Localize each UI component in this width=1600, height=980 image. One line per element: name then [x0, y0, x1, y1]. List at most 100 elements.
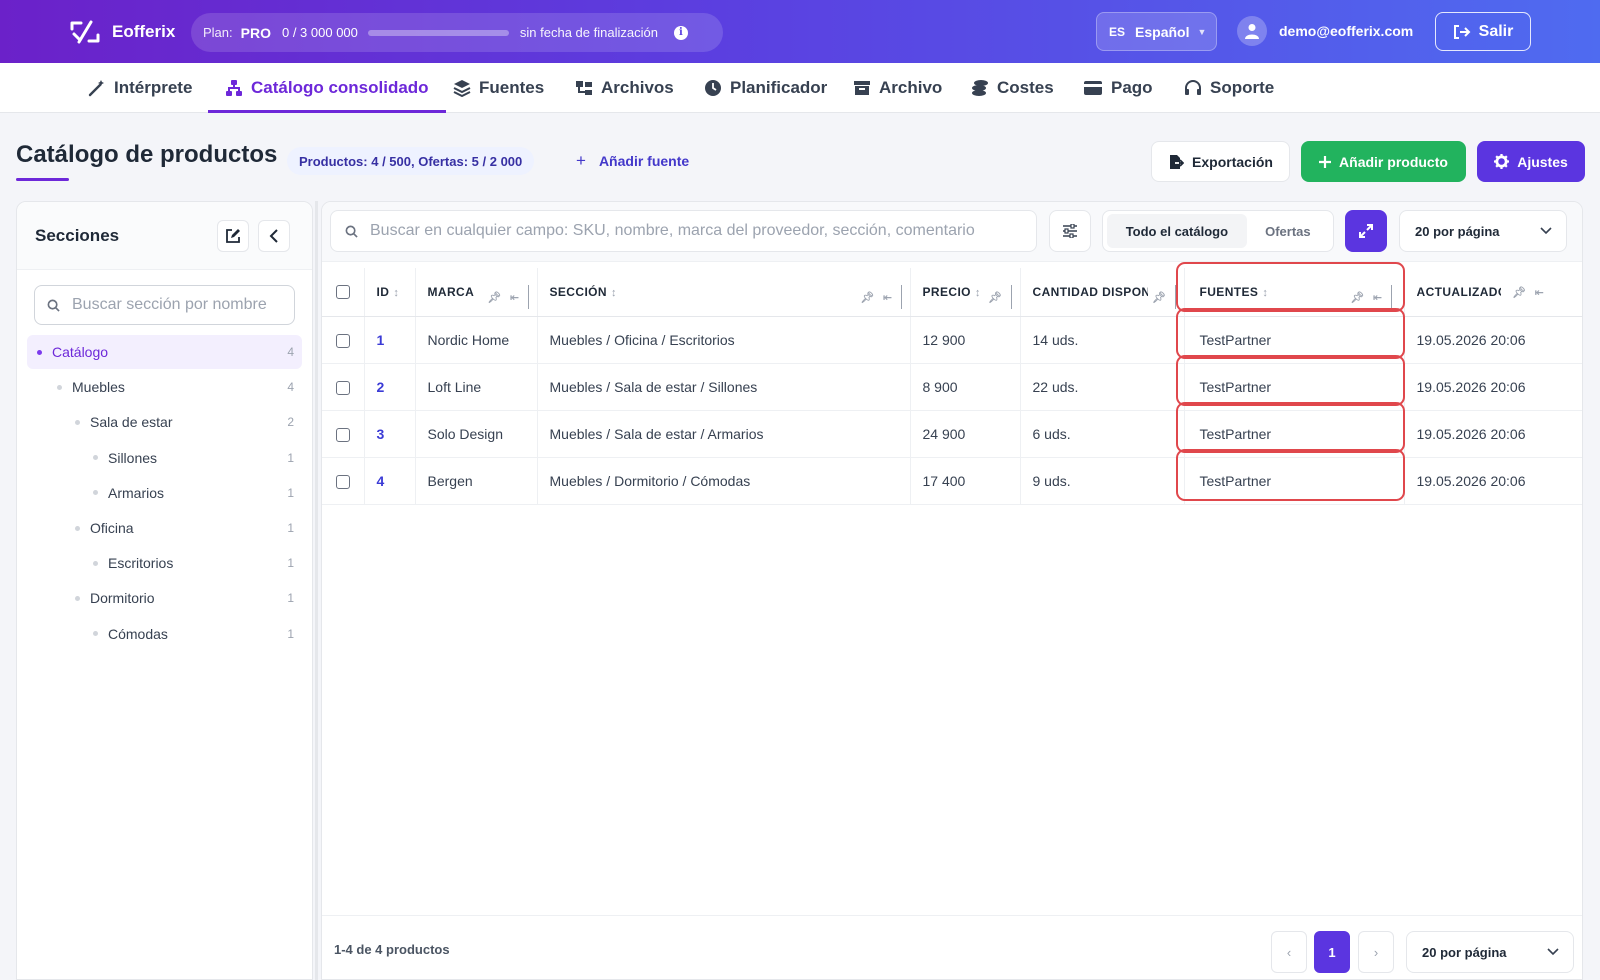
- expand-button[interactable]: [1345, 210, 1387, 252]
- main-nav: Intérprete Catálogo consolidado Fuentes …: [0, 63, 1600, 113]
- add-product-button[interactable]: Añadir producto: [1301, 141, 1466, 182]
- cell-id[interactable]: 4: [364, 457, 416, 505]
- column-header-section[interactable]: SECCIÓN ↕ 📌︎ ⇤: [537, 268, 911, 317]
- edit-sections-button[interactable]: [217, 220, 249, 252]
- sidebar-item-section[interactable]: Dormitorio 1: [27, 581, 302, 615]
- row-checkbox[interactable]: [336, 333, 350, 348]
- cell-id[interactable]: 2: [364, 363, 416, 411]
- column-header-id[interactable]: ID ↕: [364, 268, 416, 317]
- collapse-column-icon[interactable]: ⇤: [1373, 291, 1383, 304]
- app-logo[interactable]: Eofferix: [69, 18, 175, 46]
- nav-pago[interactable]: Pago: [1083, 63, 1153, 113]
- settings-button[interactable]: Ajustes: [1477, 141, 1585, 182]
- chevron-down-icon: [1540, 227, 1552, 235]
- column-resize-handle[interactable]: [1390, 285, 1392, 309]
- nav-fuentes[interactable]: Fuentes: [453, 63, 544, 113]
- cell-section: Muebles / Sala de estar / Sillones: [537, 363, 911, 411]
- export-label: Exportación: [1192, 153, 1273, 170]
- prev-page-button[interactable]: ‹: [1271, 931, 1307, 973]
- sort-icon[interactable]: ↕: [393, 287, 399, 299]
- sidebar-item-section[interactable]: Sillones 1: [27, 441, 302, 475]
- section-search-input[interactable]: Buscar sección por nombre: [34, 285, 295, 325]
- nav-catalogo-consolidado[interactable]: Catálogo consolidado: [208, 63, 446, 113]
- nav-label: Costes: [997, 78, 1054, 97]
- pin-icon[interactable]: 📌︎: [861, 291, 875, 304]
- column-header-quantity[interactable]: CANTIDAD DISPONIBLE 📌︎: [1020, 268, 1185, 317]
- column-resize-handle[interactable]: [527, 285, 529, 309]
- language-name: Español: [1135, 23, 1190, 40]
- sidebar-item-section[interactable]: Catálogo 4: [27, 335, 302, 369]
- column-resize-handle[interactable]: [900, 285, 902, 309]
- pin-icon[interactable]: 📌︎: [1152, 291, 1166, 304]
- bullet-icon: [37, 349, 42, 355]
- sidebar-item-section[interactable]: Cómodas 1: [27, 617, 302, 651]
- export-button[interactable]: Exportación: [1151, 141, 1290, 182]
- collapse-column-icon[interactable]: ⇤: [510, 291, 520, 304]
- sort-icon[interactable]: ↕: [975, 287, 981, 299]
- column-header-updated[interactable]: ACTUALIZADO 📌︎ ⇤: [1404, 268, 1582, 317]
- column-resize-handle[interactable]: [1010, 285, 1012, 309]
- cell-id[interactable]: 3: [364, 410, 416, 458]
- table-row[interactable]: 3 Solo Design Muebles / Sala de estar / Ar…: [322, 410, 1582, 458]
- bullet-icon: [75, 595, 80, 601]
- footer-per-page-select[interactable]: 20 por página: [1406, 931, 1574, 973]
- sidebar-item-section[interactable]: Armarios 1: [27, 476, 302, 510]
- layers-icon: [453, 80, 471, 97]
- section-label: Sillones: [108, 449, 158, 466]
- column-header-price[interactable]: PRECIO ↕ 📌︎: [910, 268, 1021, 317]
- table-row[interactable]: 4 Bergen Muebles / Dormitorio / Cómodas 17 …: [322, 457, 1582, 505]
- nav-planificador[interactable]: Planificador: [704, 63, 827, 113]
- pin-icon[interactable]: 📌︎: [1351, 291, 1365, 304]
- pin-icon[interactable]: 📌︎: [988, 291, 1002, 304]
- products-panel: Buscar en cualquier campo: SKU, nombre, …: [321, 201, 1583, 980]
- sidebar-header: Secciones: [17, 202, 312, 270]
- nav-archivos[interactable]: Archivos: [575, 63, 674, 113]
- info-icon[interactable]: i: [673, 25, 688, 40]
- table-row[interactable]: 1 Nordic Home Muebles / Oficina / Escritor…: [322, 316, 1582, 364]
- add-source-link[interactable]: + Añadir fuente: [576, 148, 689, 174]
- sidebar-item-section[interactable]: Escritorios 1: [27, 546, 302, 580]
- row-checkbox[interactable]: [336, 427, 350, 442]
- user-menu[interactable]: demo@eofferix.com: [1237, 16, 1413, 46]
- logout-button[interactable]: Salir: [1435, 12, 1531, 51]
- global-search-input[interactable]: Buscar en cualquier campo: SKU, nombre, …: [330, 210, 1037, 252]
- next-page-button[interactable]: ›: [1358, 931, 1394, 973]
- bullet-icon: [75, 525, 80, 531]
- tab-offers[interactable]: Ofertas: [1247, 214, 1329, 248]
- select-all-checkbox[interactable]: [336, 285, 350, 300]
- sidebar-item-section[interactable]: Sala de estar 2: [27, 405, 302, 439]
- sidebar-item-section[interactable]: Oficina 1: [27, 511, 302, 545]
- row-checkbox[interactable]: [336, 474, 350, 489]
- pin-icon[interactable]: 📌︎: [488, 291, 502, 304]
- table-body: 1 Nordic Home Muebles / Oficina / Escritor…: [322, 316, 1582, 505]
- nav-archivo[interactable]: Archivo: [853, 63, 942, 113]
- header-label: ID: [376, 284, 390, 299]
- cell-id[interactable]: 1: [364, 316, 416, 364]
- nav-interprete[interactable]: Intérprete: [88, 63, 192, 113]
- header-label: PRECIO: [922, 284, 971, 299]
- column-resize-handle[interactable]: [1174, 285, 1176, 309]
- pin-icon[interactable]: 📌︎: [1512, 287, 1526, 299]
- table-row[interactable]: 2 Loft Line Muebles / Sala de estar / Sill…: [322, 363, 1582, 411]
- magic-wand-icon: [88, 80, 104, 97]
- collapse-column-icon[interactable]: ⇤: [883, 291, 893, 304]
- sidebar-item-section[interactable]: Muebles 4: [27, 370, 302, 404]
- sidebar-resize-handle[interactable]: [315, 201, 318, 980]
- row-checkbox[interactable]: [336, 380, 350, 395]
- logout-label: Salir: [1478, 22, 1514, 40]
- sort-icon[interactable]: ↕: [1262, 287, 1268, 299]
- header-label: FUENTES: [1199, 284, 1259, 299]
- column-filter-button[interactable]: [1049, 210, 1091, 252]
- archive-box-icon: [854, 81, 870, 95]
- tab-all-catalog[interactable]: Todo el catálogo: [1107, 214, 1247, 248]
- column-header-brand[interactable]: MARCA 📌︎ ⇤: [415, 268, 538, 317]
- per-page-select[interactable]: 20 por página: [1399, 210, 1567, 252]
- collapse-column-icon[interactable]: ⇤: [1535, 287, 1545, 299]
- nav-costes[interactable]: Costes: [971, 63, 1054, 113]
- column-header-sources[interactable]: FUENTES ↕ 📌︎ ⇤: [1184, 268, 1405, 317]
- page-1-button[interactable]: 1: [1314, 931, 1350, 973]
- collapse-sidebar-button[interactable]: [258, 220, 290, 252]
- language-select[interactable]: ES Español ▼: [1096, 12, 1217, 51]
- sort-icon[interactable]: ↕: [611, 287, 617, 299]
- nav-soporte[interactable]: Soporte: [1184, 63, 1274, 113]
